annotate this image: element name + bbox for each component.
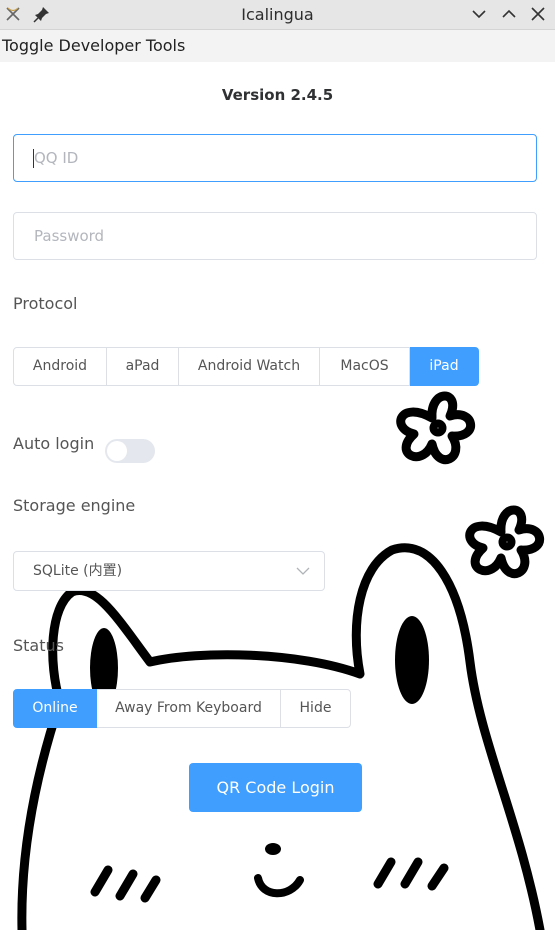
auto-login-toggle[interactable] — [105, 439, 155, 463]
chevron-down-icon — [296, 567, 310, 575]
protocol-option-ipad[interactable]: iPad — [410, 347, 479, 386]
password-input[interactable]: Password — [13, 212, 537, 260]
flower-doodle-icon — [396, 391, 475, 465]
status-option-hide[interactable]: Hide — [281, 689, 351, 728]
protocol-option-android[interactable]: Android — [13, 347, 107, 386]
protocol-option-macos[interactable]: MacOS — [320, 347, 410, 386]
protocol-label: Protocol — [13, 294, 78, 313]
status-label: Status — [13, 636, 64, 655]
minimize-chevron-down-icon[interactable] — [469, 4, 489, 24]
window-titlebar: Icalingua — [0, 0, 555, 30]
login-page: Version 2.4.5 QQ ID Password Protocol An… — [0, 62, 555, 930]
password-placeholder: Password — [34, 227, 105, 245]
status-radio-group: Online Away From Keyboard Hide — [13, 689, 351, 728]
storage-engine-select[interactable]: SQLite (内置) — [13, 551, 325, 591]
menu-item-toggle-developer-tools[interactable]: Toggle Developer Tools — [2, 30, 185, 62]
maximize-chevron-up-icon[interactable] — [499, 4, 519, 24]
auto-login-label: Auto login — [13, 434, 95, 453]
storage-engine-value: SQLite (内置) — [33, 563, 123, 579]
status-option-away-from-keyboard[interactable]: Away From Keyboard — [97, 689, 281, 728]
protocol-option-apad[interactable]: aPad — [107, 347, 179, 386]
close-icon[interactable] — [528, 4, 548, 24]
menubar: Toggle Developer Tools — [0, 30, 555, 62]
toggle-knob — [107, 441, 127, 461]
status-option-online[interactable]: Online — [13, 689, 97, 728]
storage-engine-label: Storage engine — [13, 496, 136, 515]
version-label: Version 2.4.5 — [221, 86, 334, 104]
protocol-option-android-watch[interactable]: Android Watch — [179, 347, 320, 386]
qq-id-placeholder: QQ ID — [34, 149, 79, 167]
qq-id-input[interactable]: QQ ID — [13, 134, 537, 182]
qr-code-login-button[interactable]: QR Code Login — [189, 763, 362, 812]
protocol-radio-group: Android aPad Android Watch MacOS iPad — [13, 347, 479, 386]
flower-doodle-icon — [465, 505, 544, 579]
